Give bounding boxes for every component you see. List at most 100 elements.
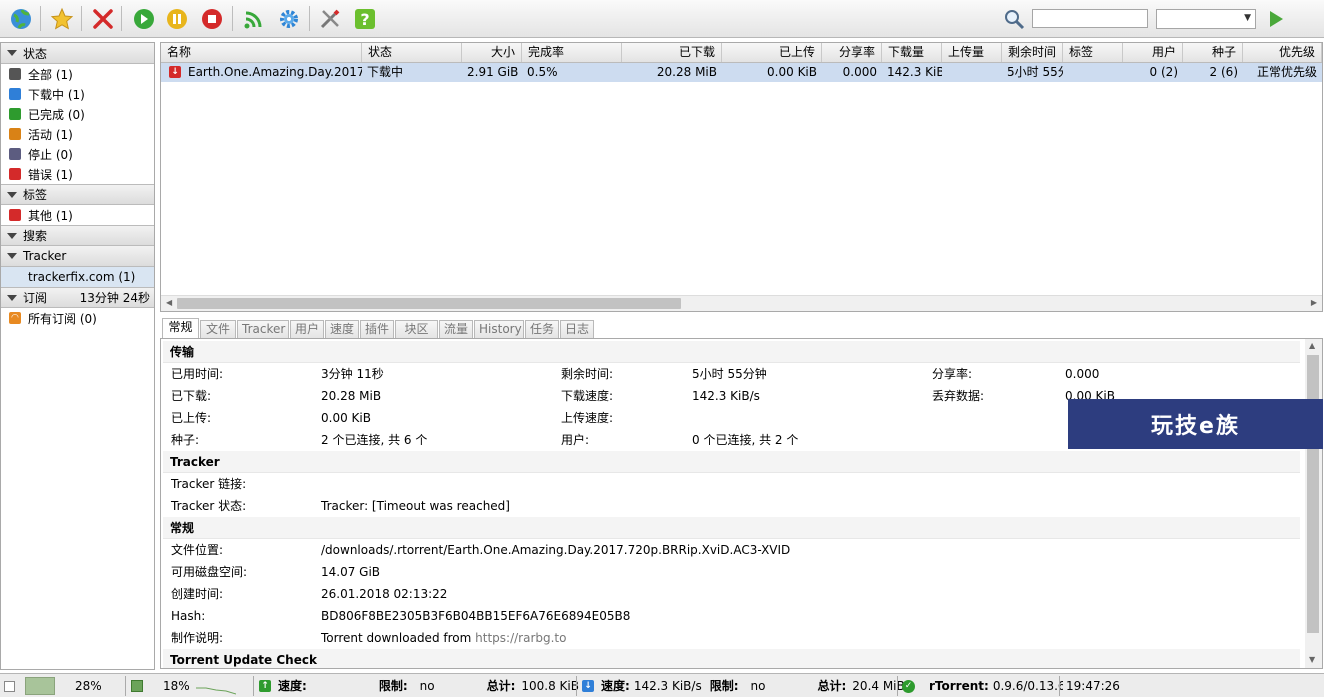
tab-10[interactable]: 日志	[560, 320, 594, 339]
torrent-row[interactable]: ↓ Earth.One.Amazing.Day.2017. 下载中 2.91 GiB…	[161, 63, 1322, 82]
column-header-13[interactable]: 优先级	[1243, 43, 1322, 62]
column-header-1[interactable]: 状态	[362, 43, 462, 62]
search-category-header[interactable]: 搜索	[1, 225, 154, 246]
column-header-7[interactable]: 下载量	[882, 43, 942, 62]
globe-icon[interactable]	[7, 5, 34, 32]
column-header-5[interactable]: 已上传	[722, 43, 822, 62]
sidebar-item-label-0[interactable]: 其他 (1)	[1, 205, 154, 225]
tab-4[interactable]: 速度	[325, 320, 359, 339]
tab-9[interactable]: 任务	[525, 320, 559, 339]
scroll-right-icon[interactable]: ▶	[1311, 298, 1317, 307]
comment-link[interactable]: https://rarbg.to	[475, 631, 566, 645]
column-header-10[interactable]: 标签	[1063, 43, 1123, 62]
download-speed-label: 速度:	[601, 679, 630, 693]
feeds-timer: 13分钟 24秒	[79, 291, 150, 305]
column-header-11[interactable]: 用户	[1123, 43, 1183, 62]
status-category-title: 状态	[23, 46, 48, 61]
search-icon[interactable]	[1000, 5, 1027, 32]
start-icon[interactable]	[130, 5, 157, 32]
download-limit-label: 限制:	[709, 679, 739, 693]
scrollbar-thumb[interactable]	[1307, 355, 1319, 633]
feeds-category-header[interactable]: 订阅 13分钟 24秒	[1, 287, 154, 308]
sidebar-item-status-0[interactable]: 全部 (1)	[1, 64, 154, 84]
tab-0[interactable]: 常规	[162, 318, 199, 339]
sidebar-item-tracker[interactable]: trackerfix.com (1)	[1, 267, 154, 287]
tab-6[interactable]: 块区块	[395, 320, 438, 353]
help-icon[interactable]: ?	[351, 5, 378, 32]
upload-speed-label: 速度:	[278, 679, 307, 693]
sidebar-item-status-4[interactable]: 停止 (0)	[1, 144, 154, 164]
tracker-category-header[interactable]: Tracker	[1, 246, 154, 267]
search-go-icon[interactable]	[1262, 5, 1289, 32]
downloaded-value: 20.28 MiB	[321, 389, 382, 403]
clock: 19:47:26	[1066, 679, 1120, 693]
search-category-title: 搜索	[23, 229, 48, 243]
horizontal-scrollbar[interactable]: ◀ ▶	[161, 295, 1322, 311]
sidebar-item-status-2[interactable]: 已完成 (0)	[1, 104, 154, 124]
column-header-4[interactable]: 已下载	[622, 43, 722, 62]
version-value: 0.9.6/0.13.6	[992, 679, 1063, 693]
scroll-down-icon[interactable]: ▼	[1309, 655, 1315, 664]
search-input[interactable]	[1032, 9, 1148, 28]
upload-icon: ↑	[259, 680, 271, 692]
tracker-link-label: Tracker 链接:	[171, 477, 247, 491]
sidebar-item-label: trackerfix.com (1)	[28, 270, 136, 284]
vertical-scrollbar[interactable]: ▲ ▼	[1305, 339, 1322, 668]
tab-5[interactable]: 插件	[360, 320, 394, 339]
tab-1[interactable]: 文件	[200, 320, 236, 339]
column-header-12[interactable]: 种子	[1183, 43, 1243, 62]
sidebar-item-label: 活动 (1)	[28, 127, 73, 142]
rss-icon[interactable]	[240, 5, 267, 32]
disk-usage-bar	[25, 677, 55, 695]
label-list: 其他 (1)	[1, 205, 154, 225]
upload-speed-label: 上传速度:	[561, 411, 614, 425]
sidebar-item-label: 错误 (1)	[28, 167, 73, 182]
hash-value: BD806F8BE2305B3F6B04BB15EF6A76E6894E05B8	[321, 609, 631, 623]
search-engine-select[interactable]: ▼	[1156, 9, 1256, 29]
collapse-icon	[7, 232, 17, 239]
error-icon: ↓	[169, 66, 181, 78]
tracker-category-title: Tracker	[23, 249, 67, 263]
sidebar-item-label: 全部 (1)	[28, 67, 73, 82]
sidebar-item-all-feeds[interactable]: ◠ 所有订阅 (0)	[1, 308, 154, 328]
stopped-icon	[9, 148, 21, 160]
downloading-icon	[9, 88, 21, 100]
collapse-icon	[7, 253, 17, 259]
stop-icon[interactable]	[198, 5, 225, 32]
tab-7[interactable]: 流量	[439, 320, 473, 339]
tools-icon[interactable]	[316, 5, 343, 32]
status-category-header[interactable]: 状态	[1, 43, 154, 64]
remove-icon[interactable]	[89, 5, 116, 32]
status-bar: 28% 18% ↑ 速度: 限制: no 总计: 100.8 KiB ↓ 速度:…	[0, 673, 1324, 697]
torrent-list-header: 名称 状态 大小 完成率 已下载 已上传 分享率 下载量 上传量 剩余时间 标签 用户 种子 优先级	[161, 43, 1322, 63]
tab-3[interactable]: 用户	[290, 320, 324, 339]
created-value: 26.01.2018 02:13:22	[321, 587, 448, 601]
collapse-icon	[7, 50, 17, 56]
sidebar-item-label: 其他 (1)	[28, 208, 73, 223]
labels-category-header[interactable]: 标签	[1, 184, 154, 205]
settings-gear-icon[interactable]	[275, 5, 302, 32]
star-icon[interactable]	[48, 5, 75, 32]
disk-checkbox-icon	[4, 680, 15, 692]
collapse-icon	[7, 294, 17, 301]
scroll-up-icon[interactable]: ▲	[1309, 341, 1315, 350]
sidebar-item-status-3[interactable]: 活动 (1)	[1, 124, 154, 144]
column-header-8[interactable]: 上传量	[942, 43, 1002, 62]
download-icon: ↓	[582, 680, 594, 692]
tab-8[interactable]: History	[474, 320, 524, 339]
all-icon	[9, 68, 21, 80]
pause-icon[interactable]	[163, 5, 190, 32]
free-space-label: 可用磁盘空间:	[171, 565, 248, 579]
column-header-6[interactable]: 分享率	[822, 43, 882, 62]
sidebar-item-status-5[interactable]: 错误 (1)	[1, 164, 154, 184]
column-header-0[interactable]: 名称	[161, 43, 362, 62]
column-header-2[interactable]: 大小	[462, 43, 522, 62]
tab-2[interactable]: Tracker	[237, 320, 289, 339]
completed-icon	[9, 108, 21, 120]
error-icon	[9, 168, 21, 180]
column-header-3[interactable]: 完成率	[522, 43, 622, 62]
scroll-left-icon[interactable]: ◀	[166, 298, 172, 307]
sidebar-item-status-1[interactable]: 下载中 (1)	[1, 84, 154, 104]
column-header-9[interactable]: 剩余时间	[1002, 43, 1063, 62]
scrollbar-thumb[interactable]	[177, 298, 681, 309]
